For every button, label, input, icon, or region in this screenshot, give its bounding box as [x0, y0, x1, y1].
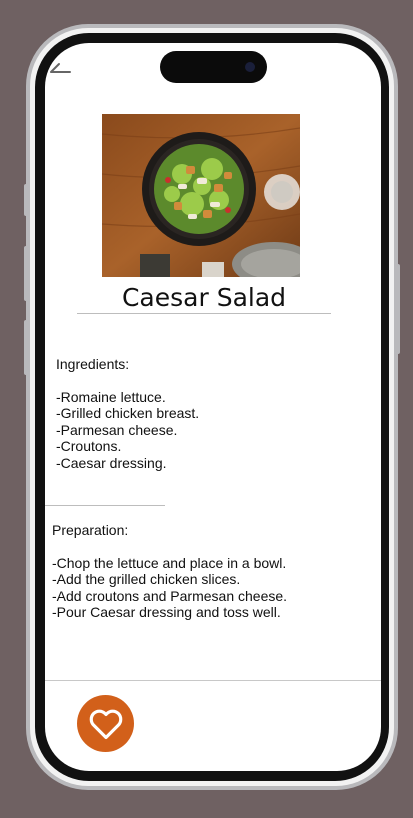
heart-outline-icon [89, 709, 122, 739]
preparation-section: Preparation: -Chop the lettuce and place… [52, 522, 287, 621]
ingredient-item: -Caesar dressing. [56, 454, 167, 471]
bottom-bar-divider [45, 680, 381, 681]
side-button-volume-down [24, 320, 28, 375]
ingredient-item: -Parmesan cheese. [56, 421, 178, 438]
recipe-title: Caesar Salad [121, 283, 287, 312]
side-button-power [396, 264, 400, 354]
app-screen: Caesar Salad Ingredients: -Romaine lettu… [45, 43, 381, 771]
ingredients-section: Ingredients: -Romaine lettuce. -Grilled … [56, 356, 199, 471]
section-divider [45, 505, 165, 506]
preparation-step: -Add croutons and Parmesan cheese. [52, 587, 288, 604]
ingredients-heading: Ingredients: [56, 356, 130, 372]
side-button-volume-up [24, 246, 28, 301]
ingredient-item: -Croutons. [56, 438, 122, 454]
preparation-heading: Preparation: [52, 522, 129, 538]
preparation-step: -Pour Caesar dressing and toss well. [52, 604, 281, 620]
dynamic-island [160, 51, 267, 83]
arrow-left-icon[interactable] [47, 59, 73, 85]
preparation-step: -Add the grilled chicken slices. [52, 571, 241, 587]
ingredient-item: -Grilled chicken breast. [56, 405, 200, 421]
camera-icon [245, 62, 255, 72]
preparation-step: -Chop the lettuce and place in a bowl. [52, 554, 287, 571]
title-divider [77, 313, 331, 314]
recipe-photo [101, 114, 316, 286]
ingredient-item: -Romaine lettuce. [56, 388, 166, 405]
favorite-button[interactable] [77, 695, 134, 752]
side-button-action [24, 184, 28, 216]
